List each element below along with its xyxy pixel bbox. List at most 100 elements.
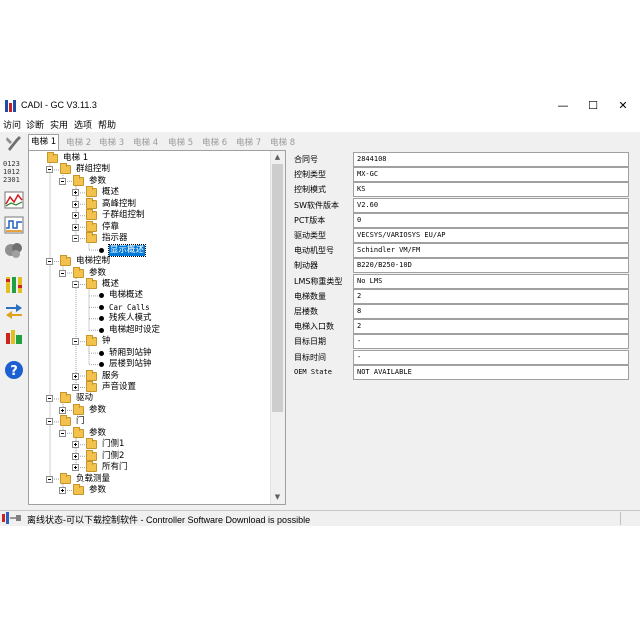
tree-node-label[interactable]: 概述	[102, 279, 119, 290]
tree-node-label[interactable]: 电梯控制	[76, 256, 110, 267]
expand-plus-icon[interactable]	[72, 452, 79, 460]
expand-plus-icon[interactable]	[72, 200, 79, 208]
tree-node[interactable]: 服务	[29, 369, 269, 382]
tree-view[interactable]: 电梯 1 群组控制 参数 概述 高峰控制 子群组控制 停靠 指示器 显示概述 电梯控制 参数 概述 电梯…	[28, 150, 286, 505]
tree-node[interactable]: 门侧1	[29, 438, 269, 450]
numbers-icon[interactable]: 0123 1012 2301	[2, 158, 25, 184]
collapse-minus-icon[interactable]	[46, 418, 53, 426]
resize-grip[interactable]	[620, 512, 634, 525]
expand-plus-icon[interactable]	[59, 487, 66, 495]
collapse-minus-icon[interactable]	[59, 177, 66, 185]
tree-node[interactable]: 参数	[29, 403, 269, 416]
tree-node[interactable]: 负载测量	[29, 472, 269, 485]
tree-node-label[interactable]: 残疾人模式	[109, 313, 152, 324]
tree-node[interactable]: 概述	[29, 186, 269, 198]
expand-plus-icon[interactable]	[72, 372, 79, 380]
tree-node[interactable]: 电梯概述	[29, 290, 269, 301]
tree-node-label[interactable]: 声音设置	[102, 382, 136, 393]
expand-plus-icon[interactable]	[72, 212, 79, 220]
tree-node[interactable]: 电梯 1	[29, 152, 269, 164]
download-icon[interactable]	[2, 326, 25, 348]
tree-node[interactable]: 参数	[29, 266, 269, 279]
tree-node[interactable]: 声音设置	[29, 381, 269, 393]
tree-node[interactable]: 门	[29, 415, 269, 427]
tree-node-label[interactable]: 参数	[89, 176, 106, 187]
tree-node[interactable]: 停靠	[29, 220, 269, 233]
tree-node-label[interactable]: 电梯概述	[109, 290, 143, 301]
tab-elevator-4[interactable]: 电梯 4	[131, 136, 160, 150]
tab-elevator-6[interactable]: 电梯 6	[200, 136, 229, 150]
maximize-button[interactable]: ☐	[578, 98, 608, 114]
tree-node[interactable]: 层楼到站钟	[29, 359, 269, 370]
tab-elevator-7[interactable]: 电梯 7	[234, 136, 263, 150]
tree-node[interactable]: 轿厢到站钟	[29, 348, 269, 359]
menu-utilities[interactable]: 实用	[50, 118, 68, 131]
tab-elevator-8[interactable]: 电梯 8	[268, 136, 297, 150]
tree-node-label[interactable]: Car Calls	[109, 302, 150, 313]
tree-node[interactable]: 子群组控制	[29, 209, 269, 221]
tree-node[interactable]: 门侧2	[29, 449, 269, 462]
tree-node-label[interactable]: 所有门	[102, 462, 128, 473]
tree-node-label[interactable]: 轿厢到站钟	[109, 348, 152, 359]
tree-node[interactable]: 钟	[29, 335, 269, 347]
tree-node-label[interactable]: 概述	[102, 187, 119, 198]
tree-node-label[interactable]: 层楼到站钟	[109, 359, 152, 370]
tree-node[interactable]: 驱动	[29, 392, 269, 404]
tree-node-label[interactable]: 参数	[89, 485, 106, 496]
menu-options[interactable]: 选项	[74, 118, 92, 131]
transfer-icon[interactable]	[2, 300, 25, 322]
tree-node-label[interactable]: 指示器	[102, 233, 128, 244]
network-icon[interactable]	[2, 239, 25, 261]
tree-node[interactable]: 参数	[29, 426, 269, 439]
graph-icon[interactable]	[2, 214, 25, 236]
tree-node-label[interactable]: 参数	[89, 428, 106, 439]
chart-icon[interactable]	[2, 189, 25, 211]
collapse-minus-icon[interactable]	[72, 235, 79, 243]
collapse-minus-icon[interactable]	[46, 475, 53, 483]
tree-node-label[interactable]: 参数	[89, 268, 106, 279]
tree-node-label[interactable]: 高峰控制	[102, 199, 136, 210]
tree-node-label[interactable]: 负载测量	[76, 474, 110, 485]
tree-node-label[interactable]: 服务	[102, 371, 119, 382]
collapse-minus-icon[interactable]	[46, 258, 53, 266]
expand-plus-icon[interactable]	[59, 406, 66, 414]
tree-node[interactable]: 指示器	[29, 232, 269, 244]
tab-elevator-2[interactable]: 电梯 2	[64, 136, 93, 150]
tree-node-label[interactable]: 门侧1	[102, 439, 124, 450]
tree-node[interactable]: 群组控制	[29, 163, 269, 175]
tab-elevator-1[interactable]: 电梯 1	[28, 134, 60, 150]
tree-node-label[interactable]: 显示概述	[107, 243, 147, 257]
tree-node[interactable]: 概述	[29, 277, 269, 290]
expand-plus-icon[interactable]	[72, 384, 79, 391]
tree-node-label[interactable]: 驱动	[76, 393, 93, 404]
tree-node[interactable]: Car Calls	[29, 302, 269, 313]
expand-plus-icon[interactable]	[72, 464, 79, 472]
tree-node[interactable]: 电梯控制	[29, 255, 269, 267]
tree-node[interactable]: 显示概述	[29, 243, 269, 257]
collapse-minus-icon[interactable]	[59, 269, 66, 277]
collapse-minus-icon[interactable]	[46, 395, 53, 403]
tree-node-label[interactable]: 子群组控制	[102, 210, 145, 221]
help-icon[interactable]: ?	[2, 359, 25, 381]
collapse-minus-icon[interactable]	[72, 338, 79, 346]
collapse-minus-icon[interactable]	[59, 429, 66, 437]
tree-node-label[interactable]: 门	[76, 416, 85, 427]
tree-node[interactable]: 所有门	[29, 461, 269, 473]
tree-node-label[interactable]: 门侧2	[102, 451, 124, 462]
tree-node[interactable]: 参数	[29, 174, 269, 187]
tree-node-label[interactable]: 参数	[89, 405, 106, 416]
tree-node[interactable]: 高峰控制	[29, 197, 269, 210]
menu-access[interactable]: 访问	[3, 118, 21, 131]
expand-plus-icon[interactable]	[72, 223, 79, 231]
tree-node-label[interactable]: 电梯 1	[63, 153, 88, 164]
scroll-up-button[interactable]: ▲	[270, 151, 285, 164]
expand-plus-icon[interactable]	[72, 189, 79, 197]
tree-node-label[interactable]: 钟	[102, 336, 111, 347]
tree-node-label[interactable]: 停靠	[102, 222, 119, 233]
minimize-button[interactable]: —	[548, 98, 578, 114]
tab-elevator-3[interactable]: 电梯 3	[97, 136, 126, 150]
tools-icon[interactable]	[2, 132, 25, 154]
tree-scrollbar-thumb[interactable]	[272, 164, 283, 412]
close-button[interactable]: ✕	[608, 98, 638, 114]
tab-elevator-5[interactable]: 电梯 5	[166, 136, 195, 150]
